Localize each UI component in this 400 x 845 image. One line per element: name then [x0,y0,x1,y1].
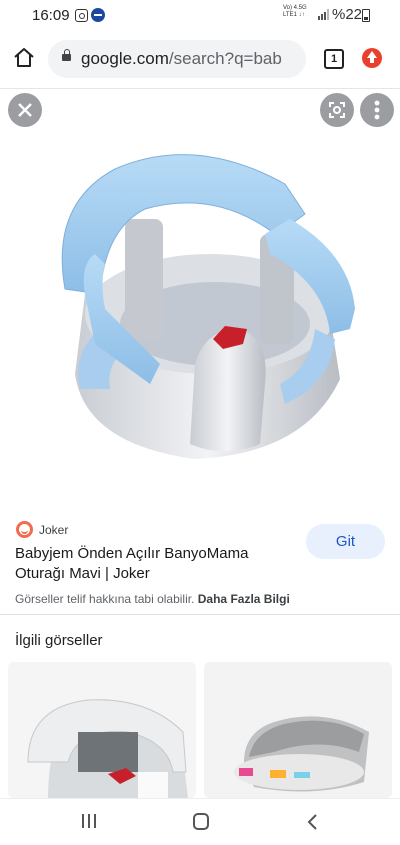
image-viewer [0,89,400,507]
visit-button[interactable]: Git [306,524,385,559]
address-bar[interactable]: google.com/search?q=bab [48,40,306,78]
related-thumbnail[interactable] [204,662,392,798]
app-notification-icon [91,8,105,22]
more-vert-icon [374,100,380,120]
product-image[interactable] [55,144,365,464]
more-options-button[interactable] [360,93,394,127]
more-info-link[interactable]: Daha Fazla Bilgi [198,592,290,606]
update-icon[interactable] [362,48,382,68]
battery-icon [362,9,370,22]
source-name[interactable]: Joker [39,523,68,537]
network-indicator: Vo) 4.5G LTE1 ↓↑ [283,5,307,18]
status-time: 16:09 [32,7,70,24]
lens-icon [329,102,345,118]
lock-icon [62,49,71,61]
source-logo-icon [16,521,33,538]
result-info: Joker Babyjem Önden Açılır BanyoMama Otu… [0,508,400,615]
related-image [8,662,196,798]
close-icon [18,103,32,117]
status-bar: 16:09 Vo) 4.5G LTE1 ↓↑ %22 [0,0,400,32]
result-title[interactable]: Babyjem Önden Açılır BanyoMama Oturağı M… [15,544,300,584]
instagram-icon [75,9,88,22]
signal-icon [318,9,329,20]
related-image [204,662,392,798]
home-nav-icon[interactable] [192,813,210,831]
system-nav-bar [0,798,400,845]
url-text[interactable]: google.com/search?q=bab [81,49,301,69]
battery-level: %22 [332,6,363,23]
lens-button[interactable] [320,93,354,127]
copyright-notice: Görseller telif hakkına tabi olabilir. D… [15,592,290,606]
back-icon[interactable] [306,813,318,831]
browser-toolbar: google.com/search?q=bab 1 [0,32,400,89]
recents-icon[interactable] [80,813,98,829]
related-thumbnail[interactable] [8,662,196,798]
tabs-button[interactable]: 1 [324,49,344,69]
home-icon[interactable] [12,46,36,70]
related-heading: İlgili görseller [15,632,103,649]
close-button[interactable] [8,93,42,127]
